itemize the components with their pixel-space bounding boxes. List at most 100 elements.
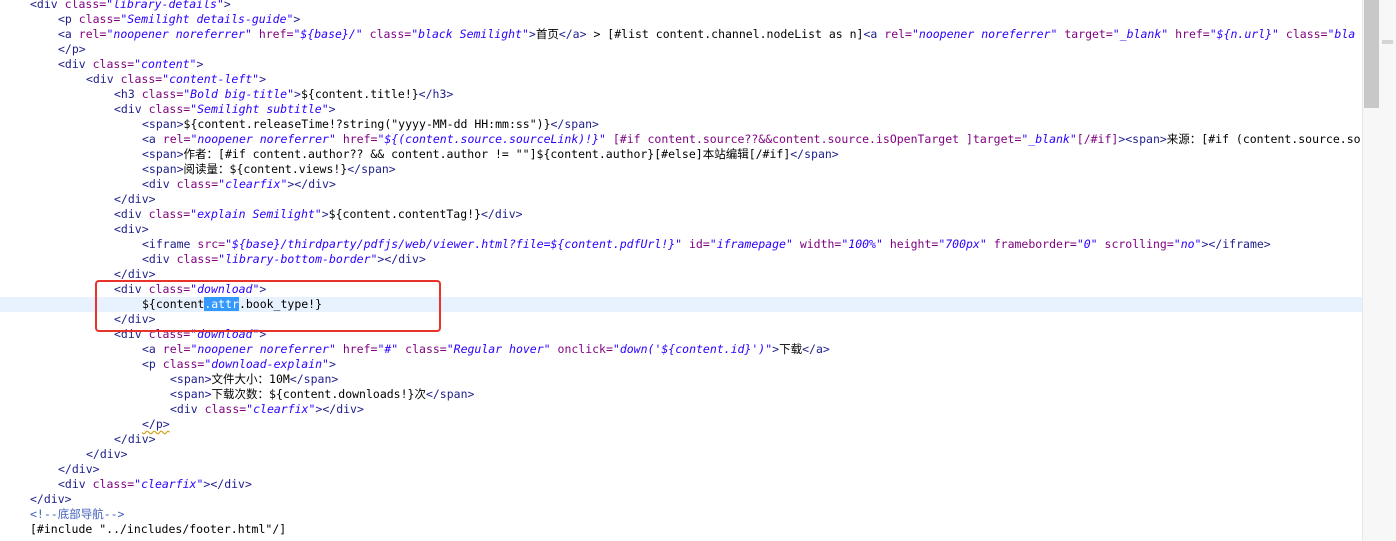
code-token: <a xyxy=(863,27,885,41)
code-token: "library-details" xyxy=(106,0,224,11)
vertical-scrollbar[interactable] xyxy=(1362,0,1396,541)
code-token: ></iframe> xyxy=(1201,237,1271,251)
code-token: "noopener noreferrer" xyxy=(911,27,1058,41)
code-token: </div> xyxy=(30,492,72,506)
code-line[interactable]: <span>作者：[#if content.author?? && conten… xyxy=(0,147,1362,162)
code-token: src= xyxy=(197,237,226,251)
code-line[interactable]: <span>阅读量：${content.views!}</span> xyxy=(0,162,1362,177)
code-token: </div> xyxy=(86,447,128,461)
code-token: <a xyxy=(142,342,163,356)
code-token: ${content.releaseTime!?string("yyyy-MM-d… xyxy=(183,117,551,131)
code-token: "noopener noreferrer" xyxy=(190,342,336,356)
code-line[interactable]: <span>下载次数：${content.downloads!}次</span> xyxy=(0,387,1362,402)
code-token: ${content xyxy=(142,297,205,311)
code-line[interactable]: <!--底部导航--> xyxy=(0,507,1362,522)
code-token: "clearfix" xyxy=(246,402,316,416)
code-line[interactable]: <div class="library-details"> xyxy=(0,0,1362,12)
code-token: <p xyxy=(142,357,163,371)
scrollbar-thumb[interactable] xyxy=(1364,0,1379,108)
code-token: class= xyxy=(141,87,184,101)
code-token: ${content.views!} xyxy=(229,162,348,176)
code-line[interactable]: </div> xyxy=(0,447,1362,462)
code-token: rel= xyxy=(78,27,107,41)
code-line[interactable]: <div class="clearfix"></div> xyxy=(0,177,1362,192)
code-token: [/#if] xyxy=(1076,132,1119,146)
code-line[interactable]: </div> xyxy=(0,432,1362,447)
code-token: ${content.contentTag!} xyxy=(328,207,481,221)
code-token: </div> xyxy=(114,267,156,281)
code-line[interactable]: </p> xyxy=(0,417,1362,432)
code-line[interactable]: <div class="explain Semilight">${content… xyxy=(0,207,1362,222)
code-token: ></div> xyxy=(377,252,426,266)
code-line[interactable]: <div class="library-bottom-border"></div… xyxy=(0,252,1362,267)
code-line[interactable]: <p class="download-explain"> xyxy=(0,357,1362,372)
code-token: "_blank" xyxy=(1112,27,1169,41)
code-token: "Bold big-title" xyxy=(183,87,295,101)
code-line[interactable]: <div class="clearfix"></div> xyxy=(0,477,1362,492)
code-token: > xyxy=(259,282,267,296)
code-line[interactable]: <iframe src="${base}/thirdparty/pdfjs/we… xyxy=(0,237,1362,252)
code-token: frameborder= xyxy=(993,237,1077,251)
code-token: [#include "../includes/footer.html"/] xyxy=(30,522,287,536)
code-line[interactable]: <a rel="noopener noreferrer" href="${(co… xyxy=(0,132,1362,147)
code-token: <div xyxy=(114,102,149,116)
code-line[interactable]: <a rel="noopener noreferrer" href="${bas… xyxy=(0,27,1362,42)
code-token: </div> xyxy=(114,432,156,446)
code-token: href= xyxy=(342,342,378,356)
code-token: <span> xyxy=(170,387,212,401)
code-token: "${n.url}" xyxy=(1209,27,1279,41)
code-token: <span> xyxy=(142,147,184,161)
code-token: <a xyxy=(142,132,163,146)
code-line[interactable]: </div> xyxy=(0,492,1362,507)
code-line[interactable]: ${content.attr.book_type!} xyxy=(0,297,1362,312)
code-token: </span> xyxy=(550,117,599,131)
code-line[interactable]: <span>${content.releaseTime!?string("yyy… xyxy=(0,117,1362,132)
code-token: <p xyxy=(58,12,79,26)
code-line[interactable]: </div> xyxy=(0,267,1362,282)
code-line[interactable]: <div class="content"> xyxy=(0,57,1362,72)
code-line[interactable]: </div> xyxy=(0,462,1362,477)
code-token: 阅读量： xyxy=(183,162,230,176)
code-line[interactable]: </div> xyxy=(0,192,1362,207)
code-token: ></div> xyxy=(203,477,252,491)
code-token: class= xyxy=(162,357,205,371)
code-line[interactable]: <a rel="noopener noreferrer" href="#" cl… xyxy=(0,342,1362,357)
code-token: <a xyxy=(58,27,79,41)
code-editor[interactable]: <div class="library-details"> <p class="S… xyxy=(0,0,1362,541)
code-token: </p> xyxy=(142,417,170,431)
code-line[interactable]: <div class="Semilight subtitle"> xyxy=(0,102,1362,117)
code-token: 来源： xyxy=(1166,132,1202,146)
code-line[interactable]: <div class="download"> xyxy=(0,327,1362,342)
code-line[interactable]: <h3 class="Bold big-title">${content.tit… xyxy=(0,87,1362,102)
code-line[interactable]: [#include "../includes/footer.html"/] xyxy=(0,522,1362,537)
code-line[interactable]: </p> xyxy=(0,42,1362,57)
code-line[interactable]: <p class="Semilight details-guide"> xyxy=(0,12,1362,27)
code-token: <div xyxy=(58,477,93,491)
code-line[interactable]: <div class="content-left"> xyxy=(0,72,1362,87)
code-line[interactable]: <div> xyxy=(0,222,1362,237)
code-token: "clearfix" xyxy=(134,477,204,491)
code-token: <div> xyxy=(114,222,149,236)
code-token: href= xyxy=(258,27,294,41)
code-token: class= xyxy=(148,207,191,221)
code-token: "${(content.source.sourceLink)!}" xyxy=(377,132,606,146)
code-token: "Semilight subtitle" xyxy=(190,102,329,116)
code-token: 10M xyxy=(269,372,290,386)
code-token: <div xyxy=(30,0,65,11)
code-token: rel= xyxy=(162,132,191,146)
code-token: <span> xyxy=(170,372,212,386)
code-line[interactable]: <span>文件大小：10M</span> xyxy=(0,372,1362,387)
code-token: > xyxy=(293,12,301,26)
code-token: > xyxy=(528,27,536,41)
code-line[interactable]: <div class="download"> xyxy=(0,282,1362,297)
code-token: </div> xyxy=(481,207,523,221)
code-token: [#if (content.source.so xyxy=(1201,132,1361,146)
code-line[interactable]: <div class="clearfix"></div> xyxy=(0,402,1362,417)
code-token: "#" xyxy=(377,342,399,356)
code-line[interactable]: </div> xyxy=(0,312,1362,327)
code-token: .book_type!} xyxy=(238,297,323,311)
